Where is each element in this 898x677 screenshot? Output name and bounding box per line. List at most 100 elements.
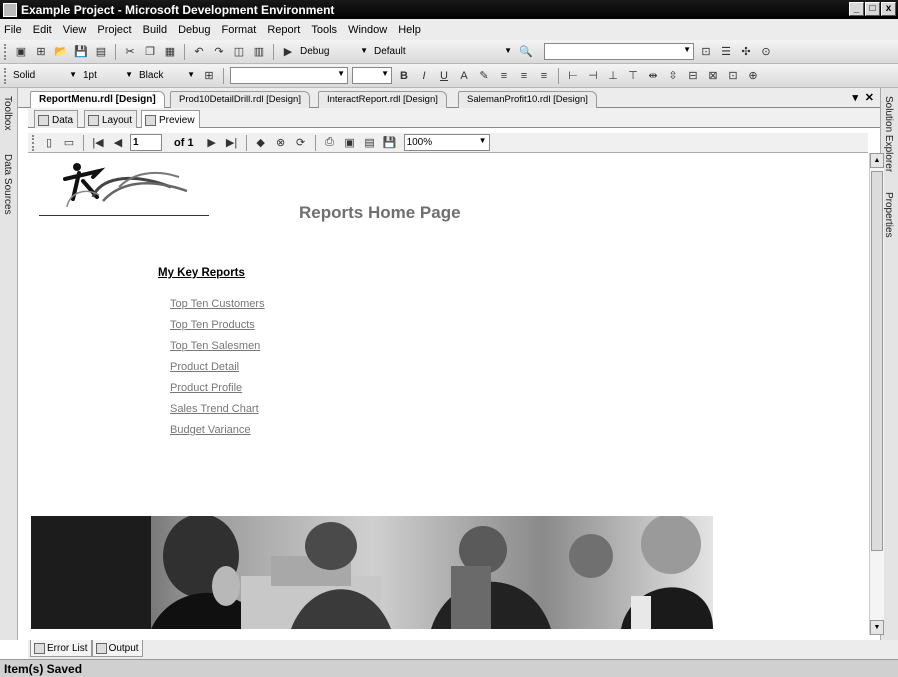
close-button[interactable]: x xyxy=(881,2,896,16)
save-all-icon[interactable]: ▤ xyxy=(93,44,109,60)
next-page-icon[interactable]: ▶ xyxy=(204,135,220,151)
find-in-files-icon[interactable]: 🔍 xyxy=(518,44,534,60)
menu-edit[interactable]: Edit xyxy=(33,24,52,36)
open-file-icon[interactable]: 📂 xyxy=(53,44,69,60)
italic-icon[interactable]: I xyxy=(416,68,432,84)
align-bottom-icon[interactable]: ⊥ xyxy=(605,68,621,84)
grid-icon[interactable]: ⊡ xyxy=(725,68,741,84)
redo-icon[interactable]: ↷ xyxy=(211,44,227,60)
tab-data[interactable]: Data xyxy=(34,110,79,128)
find-combo[interactable]: ▼ xyxy=(544,43,694,60)
bold-icon[interactable]: B xyxy=(396,68,412,84)
menu-view[interactable]: View xyxy=(63,24,87,36)
border-style-select[interactable]: Solid ▼ xyxy=(13,67,79,84)
fill-color-icon[interactable]: ✎ xyxy=(476,68,492,84)
page-number-input[interactable]: 1 xyxy=(130,134,162,151)
more-tools-icon[interactable]: ⊙ xyxy=(758,44,774,60)
stop-icon[interactable]: ⊗ xyxy=(273,135,289,151)
document-map-icon[interactable]: ▯ xyxy=(41,135,57,151)
report-link[interactable]: Sales Trend Chart xyxy=(170,403,259,415)
report-link[interactable]: Top Ten Customers xyxy=(170,298,265,310)
last-page-icon[interactable]: ▶| xyxy=(224,135,240,151)
menu-tools[interactable]: Tools xyxy=(311,24,337,36)
align-left-icon[interactable]: ≡ xyxy=(496,68,512,84)
toolbox-tab[interactable]: Toolbox xyxy=(2,96,13,130)
scroll-thumb[interactable] xyxy=(871,171,883,551)
menu-file[interactable]: File xyxy=(4,24,22,36)
border-width-select[interactable]: 1pt ▼ xyxy=(83,67,135,84)
order-icon[interactable]: ⊠ xyxy=(705,68,721,84)
align-middle-icon[interactable]: ⊣ xyxy=(585,68,601,84)
solution-explorer-tab[interactable]: Solution Explorer xyxy=(883,96,894,172)
menu-debug[interactable]: Debug xyxy=(178,24,210,36)
cut-icon[interactable]: ✂ xyxy=(122,44,138,60)
save-icon[interactable]: 💾 xyxy=(73,44,89,60)
find-icon[interactable]: ▥ xyxy=(251,44,267,60)
menu-build[interactable]: Build xyxy=(143,24,167,36)
close-tab-icon[interactable]: ✕ xyxy=(865,91,874,104)
report-link[interactable]: Top Ten Salesmen xyxy=(170,340,260,352)
tab-preview[interactable]: Preview xyxy=(141,110,200,128)
menu-report[interactable]: Report xyxy=(267,24,300,36)
borders-icon[interactable]: ⊞ xyxy=(201,68,217,84)
start-debug-icon[interactable]: ▶ xyxy=(280,44,296,60)
toolbox-icon[interactable]: ✣ xyxy=(738,44,754,60)
font-family-select[interactable]: ▼ xyxy=(230,67,348,84)
menu-project[interactable]: Project xyxy=(97,24,131,36)
doc-tab-interactreport[interactable]: InteractReport.rdl [Design] xyxy=(318,91,447,108)
export-icon[interactable]: 💾 xyxy=(382,135,398,151)
font-size-select[interactable]: ▼ xyxy=(352,67,392,84)
doc-tab-reportmenu[interactable]: ReportMenu.rdl [Design] xyxy=(30,91,165,109)
menu-format[interactable]: Format xyxy=(222,24,257,36)
report-link[interactable]: Product Profile xyxy=(170,382,242,394)
report-link[interactable]: Product Detail xyxy=(170,361,239,373)
add-item-icon[interactable]: ⊞ xyxy=(33,44,49,60)
copy-icon[interactable]: ❐ xyxy=(142,44,158,60)
toolbar-grip[interactable] xyxy=(4,43,7,60)
back-icon[interactable]: ◆ xyxy=(253,135,269,151)
align-center-icon[interactable]: ≡ xyxy=(516,68,532,84)
maximize-button[interactable]: □ xyxy=(865,2,880,16)
scroll-up-icon[interactable]: ▲ xyxy=(870,153,884,168)
zoom-select[interactable]: 100% ▼ xyxy=(403,134,490,151)
report-link[interactable]: Top Ten Products xyxy=(170,319,255,331)
tab-error-list[interactable]: Error List xyxy=(30,640,92,657)
font-color-icon[interactable]: A xyxy=(456,68,472,84)
tab-output[interactable]: Output xyxy=(91,640,143,657)
tab-dropdown-icon[interactable]: ▾ xyxy=(852,91,858,104)
paste-icon[interactable]: ▦ xyxy=(162,44,178,60)
solution-explorer-icon[interactable]: ⊡ xyxy=(698,44,714,60)
menu-help[interactable]: Help xyxy=(398,24,421,36)
parameters-icon[interactable]: ▭ xyxy=(61,135,77,151)
solution-config-select[interactable]: Debug ▼ xyxy=(300,43,370,60)
border-color-select[interactable]: Black ▼ xyxy=(139,67,197,84)
underline-icon[interactable]: U xyxy=(436,68,452,84)
print-layout-icon[interactable]: ▣ xyxy=(342,135,358,151)
properties-icon[interactable]: ☰ xyxy=(718,44,734,60)
spacing-icon[interactable]: ⊟ xyxy=(685,68,701,84)
tab-layout[interactable]: Layout xyxy=(84,110,138,128)
doc-tab-prod10detaildrill[interactable]: Prod10DetailDrill.rdl [Design] xyxy=(170,91,310,108)
doc-tab-salemanprofit10[interactable]: SalemanProfit10.rdl [Design] xyxy=(458,91,597,108)
data-sources-tab[interactable]: Data Sources xyxy=(2,154,13,215)
platform-select[interactable]: Default ▼ xyxy=(374,43,514,60)
align-right-icon[interactable]: ≡ xyxy=(536,68,552,84)
print-icon[interactable]: ⎙ xyxy=(322,135,338,151)
report-scrollbar[interactable]: ▲ ▼ xyxy=(869,153,884,635)
minimize-button[interactable]: _ xyxy=(849,2,864,16)
menu-window[interactable]: Window xyxy=(348,24,387,36)
page-setup-icon[interactable]: ▤ xyxy=(362,135,378,151)
same-width-icon[interactable]: ⇹ xyxy=(645,68,661,84)
same-height-icon[interactable]: ⇳ xyxy=(665,68,681,84)
refresh-icon[interactable]: ⟳ xyxy=(293,135,309,151)
undo-icon[interactable]: ↶ xyxy=(191,44,207,60)
first-page-icon[interactable]: |◀ xyxy=(90,135,106,151)
previous-page-icon[interactable]: ◀ xyxy=(110,135,126,151)
scroll-down-icon[interactable]: ▼ xyxy=(870,620,884,635)
layout-align-icon[interactable]: ⊢ xyxy=(565,68,581,84)
new-project-icon[interactable]: ▣ xyxy=(13,44,29,60)
properties-tab[interactable]: Properties xyxy=(883,192,894,238)
align-top-icon[interactable]: ⊤ xyxy=(625,68,641,84)
toolbar-grip[interactable] xyxy=(4,67,7,84)
report-link[interactable]: Budget Variance xyxy=(170,424,251,436)
